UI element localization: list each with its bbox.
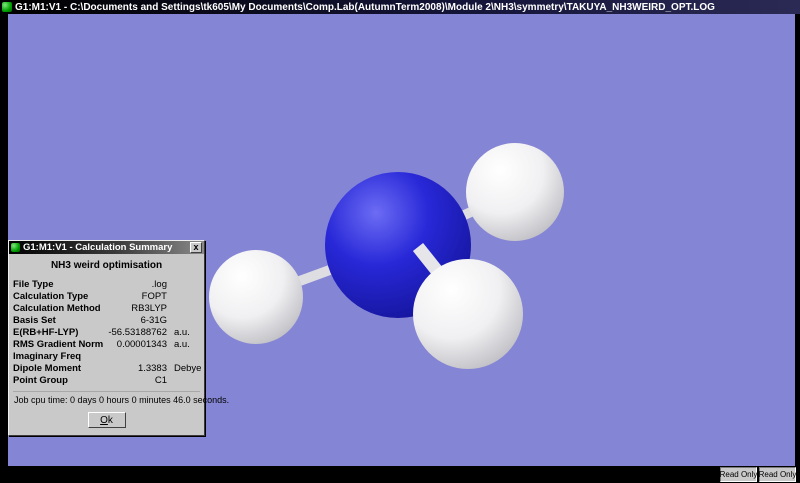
- summary-row: RMS Gradient Norm 0.00001343 a.u.: [13, 338, 200, 350]
- app-icon[interactable]: [2, 2, 12, 12]
- row-value: 0.00001343: [103, 339, 167, 350]
- row-label: Calculation Method: [13, 303, 103, 314]
- summary-row: Point Group C1: [13, 374, 200, 386]
- hydrogen-atom-front[interactable]: [413, 259, 523, 369]
- row-value: FOPT: [103, 291, 167, 302]
- row-label: Calculation Type: [13, 291, 103, 302]
- row-label: RMS Gradient Norm: [13, 339, 103, 350]
- calculation-summary-dialog: G1:M1:V1 - Calculation Summary x NH3 wei…: [8, 240, 205, 436]
- row-label: File Type: [13, 279, 103, 290]
- row-value: .log: [103, 279, 167, 290]
- row-value: RB3LYP: [103, 303, 167, 314]
- summary-row: Calculation Method RB3LYP: [13, 302, 200, 314]
- row-label: Basis Set: [13, 315, 103, 326]
- window-title: G1:M1:V1 - C:\Documents and Settings\tk6…: [15, 2, 715, 13]
- row-value: 1.3383: [103, 363, 167, 374]
- dialog-body: NH3 weird optimisation File Type .log Ca…: [9, 254, 204, 435]
- row-label: Point Group: [13, 375, 103, 386]
- close-button[interactable]: x: [190, 242, 202, 253]
- summary-row: File Type .log: [13, 278, 200, 290]
- read-only-badge-1: Read Only: [720, 467, 757, 482]
- dialog-titlebar[interactable]: G1:M1:V1 - Calculation Summary x: [9, 241, 204, 254]
- row-value: 6-31G: [103, 315, 167, 326]
- ok-button[interactable]: Ok: [88, 412, 126, 428]
- row-unit: Debye: [167, 363, 201, 374]
- summary-row: Basis Set 6-31G: [13, 314, 200, 326]
- cpu-time-text: Job cpu time: 0 days 0 hours 0 minutes 4…: [13, 391, 200, 405]
- row-value: -56.53188762: [103, 327, 167, 338]
- summary-row: E(RB+HF-LYP) -56.53188762 a.u.: [13, 326, 200, 338]
- hydrogen-atom-lower-left[interactable]: [209, 250, 303, 344]
- row-value: C1: [103, 375, 167, 386]
- window-titlebar[interactable]: G1:M1:V1 - C:\Documents and Settings\tk6…: [0, 0, 800, 14]
- read-only-badge-2: Read Only: [759, 467, 796, 482]
- status-bar: Read Only Read Only: [0, 466, 800, 483]
- row-label: Dipole Moment: [13, 363, 103, 374]
- row-label: E(RB+HF-LYP): [13, 327, 103, 338]
- job-title: NH3 weird optimisation: [13, 260, 200, 271]
- button-row: Ok: [13, 412, 200, 428]
- row-unit: a.u.: [167, 339, 200, 350]
- row-unit: a.u.: [167, 327, 200, 338]
- dialog-title: G1:M1:V1 - Calculation Summary: [23, 242, 187, 253]
- summary-row: Dipole Moment 1.3383 Debye: [13, 362, 200, 374]
- molecule-viewport[interactable]: G1:M1:V1 - Calculation Summary x NH3 wei…: [8, 14, 795, 466]
- summary-row: Imaginary Freq: [13, 350, 200, 362]
- summary-row: Calculation Type FOPT: [13, 290, 200, 302]
- row-label: Imaginary Freq: [13, 351, 103, 362]
- hydrogen-atom-upper-right[interactable]: [466, 143, 564, 241]
- dialog-app-icon[interactable]: [11, 243, 20, 252]
